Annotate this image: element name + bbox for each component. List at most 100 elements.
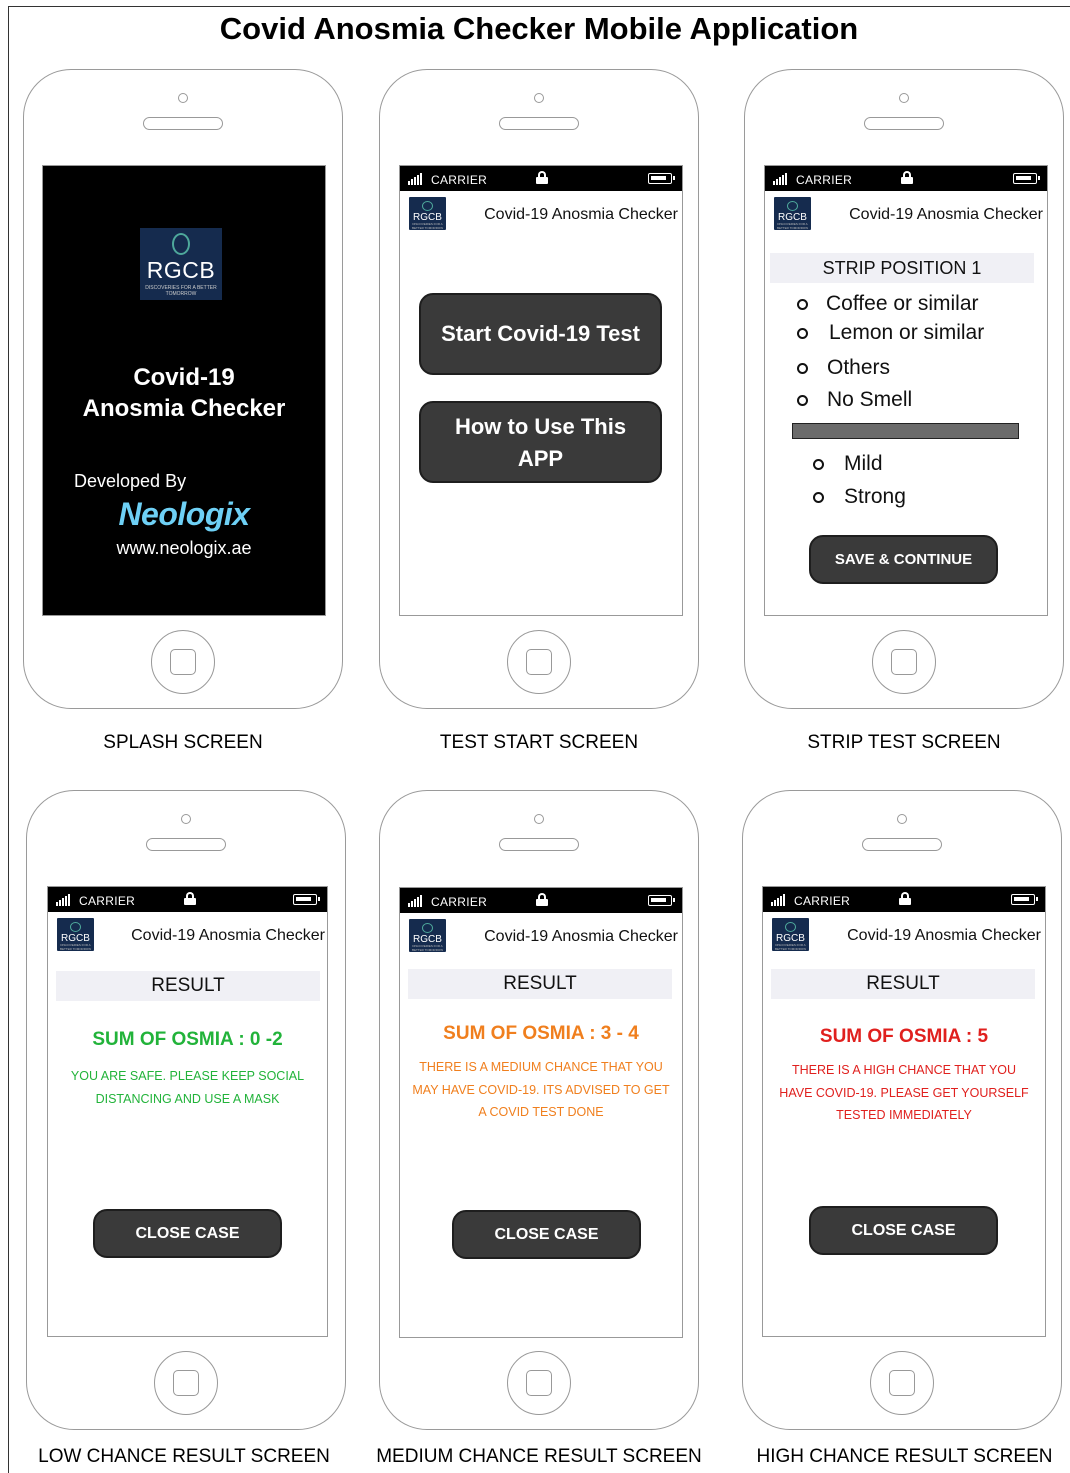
osmia-sum: SUM OF OSMIA : 0 -2 xyxy=(92,1029,283,1050)
low-result-screen: CARRIER RGCB DISCOVERIES FOR A BETTER TOM… xyxy=(47,886,328,1337)
phone-high-result: CARRIER RGCB DISCOVERIES FOR A BETTER TOM… xyxy=(742,790,1062,1430)
option-mild[interactable]: Mild xyxy=(844,452,883,476)
option-lemon[interactable]: Lemon or similar xyxy=(829,321,984,345)
status-bar: CARRIER xyxy=(400,888,682,913)
osmia-sum: SUM OF OSMIA : 5 xyxy=(819,1026,989,1047)
phone-low-result: CARRIER RGCB DISCOVERIES FOR A BETTER TOM… xyxy=(26,790,346,1430)
carrier-label: CARRIER xyxy=(431,895,488,909)
camera-icon xyxy=(897,814,907,824)
label-low-result-screen: LOW CHANCE RESULT SCREEN xyxy=(38,1446,330,1467)
phone-test-start: CARRIER RGCB DISCOVERIES FOR A BETTER TOM… xyxy=(379,69,699,709)
rgcb-logo: RGCB DISCOVERIES FOR A BETTER TOMORROW xyxy=(57,918,94,951)
battery-icon xyxy=(648,895,675,906)
label-medium-result-screen: MEDIUM CHANCE RESULT SCREEN xyxy=(376,1446,702,1467)
radio-lemon[interactable] xyxy=(797,328,808,339)
home-button[interactable] xyxy=(154,1351,218,1415)
label-high-result-screen: HIGH CHANCE RESULT SCREEN xyxy=(756,1446,1053,1467)
app-header-title: Covid-19 Anosmia Checker xyxy=(847,927,1041,944)
signal-icon xyxy=(56,893,76,906)
save-continue-button[interactable]: SAVE & CONTINUE xyxy=(809,535,998,584)
carrier-label: CARRIER xyxy=(431,173,488,187)
strip-test-screen: CARRIER RGCB DISCOVERIES FOR A BETTER TOM… xyxy=(764,165,1048,616)
status-bar: CARRIER xyxy=(48,887,327,912)
signal-icon xyxy=(408,894,428,907)
signal-icon xyxy=(408,172,428,185)
close-case-button[interactable]: CLOSE CASE xyxy=(452,1210,641,1259)
radio-no-smell[interactable] xyxy=(797,395,808,406)
home-button[interactable] xyxy=(507,1351,571,1415)
camera-icon xyxy=(534,814,544,824)
radio-mild[interactable] xyxy=(813,459,824,470)
home-button[interactable] xyxy=(507,630,571,694)
rgcb-logo: RGCB DISCOVERIES FOR A BETTER TOMORROW xyxy=(140,228,222,300)
home-square-icon xyxy=(526,1370,552,1396)
close-case-button[interactable]: CLOSE CASE xyxy=(93,1209,282,1258)
strip-divider-bar xyxy=(792,423,1019,439)
result-message: THERE IS A MEDIUM CHANCE THAT YOU MAY HA… xyxy=(412,1060,670,1119)
speaker-icon xyxy=(864,117,944,130)
lock-icon xyxy=(536,171,548,184)
battery-icon xyxy=(1011,894,1038,905)
close-case-button[interactable]: CLOSE CASE xyxy=(809,1206,998,1255)
option-others[interactable]: Others xyxy=(827,356,890,380)
developer-url[interactable]: www.neologix.ae xyxy=(43,538,325,559)
lock-icon xyxy=(901,171,913,184)
app-header-title: Covid-19 Anosmia Checker xyxy=(484,928,678,945)
option-no-smell[interactable]: No Smell xyxy=(827,388,912,412)
speaker-icon xyxy=(143,117,223,130)
label-test-start-screen: TEST START SCREEN xyxy=(439,732,639,753)
speaker-icon xyxy=(499,117,579,130)
radio-strong[interactable] xyxy=(813,492,824,503)
battery-icon xyxy=(1013,173,1040,184)
app-header-title: Covid-19 Anosmia Checker xyxy=(849,206,1043,223)
rgcb-logo: RGCB DISCOVERIES FOR A BETTER TOMORROW xyxy=(772,918,809,951)
speaker-icon xyxy=(862,838,942,851)
battery-icon xyxy=(648,173,675,184)
option-strong[interactable]: Strong xyxy=(844,485,906,509)
option-coffee[interactable]: Coffee or similar xyxy=(826,292,979,316)
medium-result-screen: CARRIER RGCB DISCOVERIES FOR A BETTER TOM… xyxy=(399,887,683,1338)
result-heading: RESULT xyxy=(771,969,1035,999)
rgcb-logo: RGCB DISCOVERIES FOR A BETTER TOMORROW xyxy=(409,197,446,230)
label-splash-screen: SPLASH SCREEN xyxy=(103,732,263,753)
phone-splash: RGCB DISCOVERIES FOR A BETTER TOMORROW C… xyxy=(23,69,343,709)
carrier-label: CARRIER xyxy=(796,173,853,187)
status-bar: CARRIER xyxy=(765,166,1047,191)
camera-icon xyxy=(178,93,188,103)
page-border-left xyxy=(8,6,9,1473)
result-message: YOU ARE SAFE. PLEASE KEEP SOCIAL DISTANC… xyxy=(70,1069,305,1106)
home-square-icon xyxy=(526,649,552,675)
home-button[interactable] xyxy=(870,1351,934,1415)
home-square-icon xyxy=(170,649,196,675)
high-result-screen: CARRIER RGCB DISCOVERIES FOR A BETTER TOM… xyxy=(762,886,1046,1337)
home-square-icon xyxy=(889,1370,915,1396)
carrier-label: CARRIER xyxy=(79,894,136,908)
lock-icon xyxy=(184,892,196,905)
camera-icon xyxy=(181,814,191,824)
radio-coffee[interactable] xyxy=(797,299,808,310)
lock-icon xyxy=(536,893,548,906)
dna-knot-icon xyxy=(172,233,190,255)
app-header-title: Covid-19 Anosmia Checker xyxy=(131,927,325,944)
how-to-use-button[interactable]: How to Use This APP xyxy=(419,401,662,483)
home-square-icon xyxy=(891,649,917,675)
signal-icon xyxy=(773,172,793,185)
strip-position-label: STRIP POSITION 1 xyxy=(770,253,1034,283)
lock-icon xyxy=(899,892,911,905)
rgcb-logo: RGCB DISCOVERIES FOR A BETTER TOMORROW xyxy=(774,197,811,230)
start-test-button[interactable]: Start Covid-19 Test xyxy=(419,293,662,375)
result-heading: RESULT xyxy=(408,969,672,999)
radio-others[interactable] xyxy=(797,363,808,374)
neologix-logo: Neologix xyxy=(118,496,250,532)
speaker-icon xyxy=(146,838,226,851)
home-button[interactable] xyxy=(872,630,936,694)
status-bar: CARRIER xyxy=(763,887,1045,912)
camera-icon xyxy=(534,93,544,103)
result-message: THERE IS A HIGH CHANCE THAT YOU HAVE COV… xyxy=(779,1063,1029,1122)
splash-title: Covid-19 Anosmia Checker xyxy=(82,364,286,422)
osmia-sum: SUM OF OSMIA : 3 - 4 xyxy=(443,1023,639,1044)
camera-icon xyxy=(899,93,909,103)
signal-icon xyxy=(771,893,791,906)
test-start-screen: CARRIER RGCB DISCOVERIES FOR A BETTER TOM… xyxy=(399,165,683,616)
home-button[interactable] xyxy=(151,630,215,694)
